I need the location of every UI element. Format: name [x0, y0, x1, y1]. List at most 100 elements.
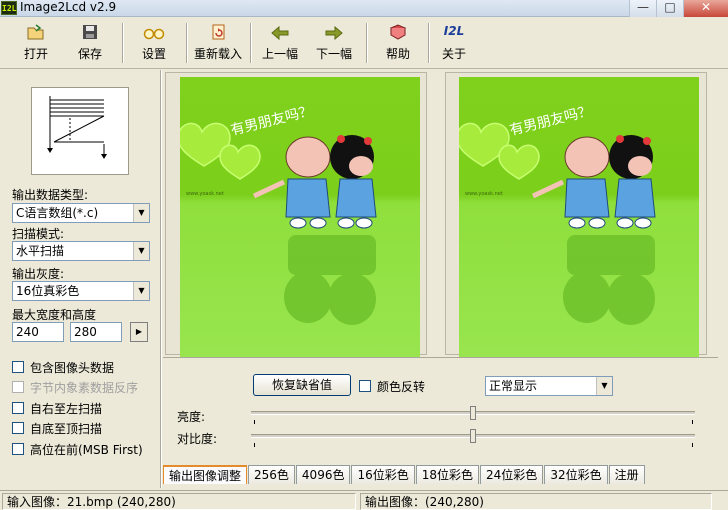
checkbox-include-header[interactable]: 包含图像头数据 [12, 359, 114, 375]
tab-32bit-color[interactable]: 32位彩色 [544, 465, 608, 484]
left-settings-panel: 输出数据类型: C语言数组(*.c) ▼ 扫描模式: 水平扫描 ▼ 输出灰度: … [0, 70, 160, 488]
dropdown-arrow-icon: ▼ [133, 204, 149, 222]
output-type-select[interactable]: C语言数组(*.c) ▼ [12, 203, 150, 223]
checkbox-box[interactable] [12, 443, 24, 455]
status-output-image: 输出图像：(240,280) [360, 493, 712, 510]
help-label: 帮助 [385, 47, 410, 61]
checkbox-box[interactable] [12, 361, 24, 373]
glasses-icon [132, 24, 176, 46]
display-mode-value: 正常显示 [489, 379, 538, 393]
tab-256-color[interactable]: 256色 [248, 465, 295, 484]
slider-tick [692, 443, 693, 447]
reload-button[interactable]: 重新载入 [192, 21, 244, 66]
image-watermark: www.yoask.net [465, 191, 503, 197]
maximize-button[interactable]: □ [656, 0, 683, 17]
slider-tick [254, 420, 255, 424]
tab-18bit-color[interactable]: 18位彩色 [415, 465, 480, 484]
contrast-slider-thumb[interactable] [470, 429, 476, 443]
checkbox-right-to-left[interactable]: 自右至左扫描 [12, 400, 102, 416]
checkbox-label: 自右至左扫描 [30, 401, 103, 416]
save-label: 保存 [77, 47, 102, 61]
toolbar-separator [250, 23, 252, 63]
image-caption: 有男朋友吗？ [229, 103, 314, 139]
tab-output-adjust[interactable]: 输出图像调整 [163, 465, 248, 484]
triangle-right-icon: ▶ [135, 327, 143, 336]
slider-tick [254, 443, 255, 447]
checkbox-label: 自底至顶扫描 [30, 421, 103, 436]
scan-mode-value: 水平扫描 [16, 244, 65, 258]
slider-tick [692, 420, 693, 424]
status-input-image: 输入图像：21.bmp (240,280) [2, 493, 356, 510]
checkbox-msb-first[interactable]: 高位在前(MSB First) [12, 441, 143, 457]
toolbar-separator [366, 23, 368, 63]
tab-16bit-color[interactable]: 16位彩色 [351, 465, 415, 484]
max-size-label: 最大宽度和高度 [12, 308, 97, 322]
output-type-value: C语言数组(*.c) [16, 206, 99, 220]
checkbox-label: 颜色反转 [377, 379, 426, 394]
scan-mode-label: 扫描模式: [12, 227, 65, 241]
scan-direction-diagram [31, 87, 129, 175]
reload-label: 重新载入 [193, 47, 242, 61]
dropdown-arrow-icon: ▼ [133, 242, 149, 260]
panel-divider [160, 70, 162, 488]
about-i2l-icon: I2L [443, 24, 465, 38]
arrow-right-icon [312, 24, 356, 46]
gray-select[interactable]: 16位真彩色 ▼ [12, 281, 150, 301]
toolbar-separator [122, 23, 124, 63]
checkbox-label: 包含图像头数据 [30, 360, 115, 375]
contrast-label: 对比度: [177, 432, 218, 446]
about-button[interactable]: I2L 关于 [432, 21, 476, 66]
minimize-button[interactable]: — [629, 0, 656, 17]
help-button[interactable]: 帮助 [376, 21, 420, 66]
app-icon: I2L [1, 1, 17, 15]
dropdown-arrow-icon: ▼ [133, 282, 149, 300]
checkbox-bottom-to-top[interactable]: 自底至顶扫描 [12, 420, 102, 436]
max-height-input[interactable]: 280 [70, 322, 122, 342]
previous-image-button[interactable]: 上一幅 [258, 21, 302, 66]
tab-register[interactable]: 注册 [608, 465, 645, 484]
toolbar-separator [186, 23, 188, 63]
save-button[interactable]: 保存 [68, 21, 112, 66]
output-image: 有男朋友吗？ www.yoask.net [459, 77, 699, 357]
next-image-button[interactable]: 下一幅 [312, 21, 356, 66]
gray-value: 16位真彩色 [16, 284, 80, 298]
color-tabs: 输出图像调整 256色 4096色 16位彩色 18位彩色 24位彩色 32位彩… [163, 465, 646, 485]
help-book-icon [376, 24, 420, 46]
reload-document-icon [192, 24, 244, 46]
max-width-input[interactable]: 240 [12, 322, 64, 342]
open-label: 打开 [23, 47, 48, 61]
checkbox-invert-color[interactable]: 颜色反转 [359, 378, 425, 394]
window-title: Image2Lcd v2.9 [20, 0, 117, 14]
checkbox-box[interactable] [12, 422, 24, 434]
input-image-frame: 有男朋友吗？ www.yoask.net [165, 72, 427, 357]
checkbox-box[interactable] [12, 402, 24, 414]
checkbox-label: 字节内象素数据反序 [30, 380, 139, 395]
brightness-label: 亮度: [177, 410, 206, 424]
settings-button[interactable]: 设置 [132, 21, 176, 66]
status-bar: 输入图像：21.bmp (240,280) 输出图像：(240,280) [0, 490, 728, 510]
image-watermark: www.yoask.net [186, 191, 224, 197]
brightness-slider-thumb[interactable] [470, 406, 476, 420]
restore-default-button[interactable]: 恢复缺省值 [253, 374, 351, 396]
close-button[interactable]: ✕ [683, 0, 728, 17]
tab-4096-color[interactable]: 4096色 [295, 465, 351, 484]
about-label: 关于 [441, 47, 466, 61]
tab-24bit-color[interactable]: 24位彩色 [480, 465, 544, 484]
input-image: 有男朋友吗？ www.yoask.net [180, 77, 420, 357]
open-button[interactable]: 打开 [14, 21, 58, 66]
checkbox-box[interactable] [359, 380, 371, 392]
floppy-disk-icon [68, 24, 112, 46]
checkbox-reverse-byte: 字节内象素数据反序 [12, 379, 138, 395]
output-image-frame: 有男朋友吗？ www.yoask.net [445, 72, 707, 357]
open-folder-icon [14, 24, 58, 46]
gray-label: 输出灰度: [12, 267, 65, 281]
image-caption: 有男朋友吗？ [508, 103, 593, 139]
output-type-label: 输出数据类型: [12, 188, 89, 202]
scan-mode-select[interactable]: 水平扫描 ▼ [12, 241, 150, 261]
display-mode-select[interactable]: 正常显示 ▼ [485, 376, 613, 396]
toolbar-separator [428, 23, 430, 63]
toolbar: 打开 保存 设置 重新载入 上一幅 下一幅 帮助 I2L 关于 [0, 19, 728, 69]
apply-size-button[interactable]: ▶ [130, 322, 148, 342]
settings-label: 设置 [141, 47, 166, 61]
arrow-left-icon [258, 24, 302, 46]
